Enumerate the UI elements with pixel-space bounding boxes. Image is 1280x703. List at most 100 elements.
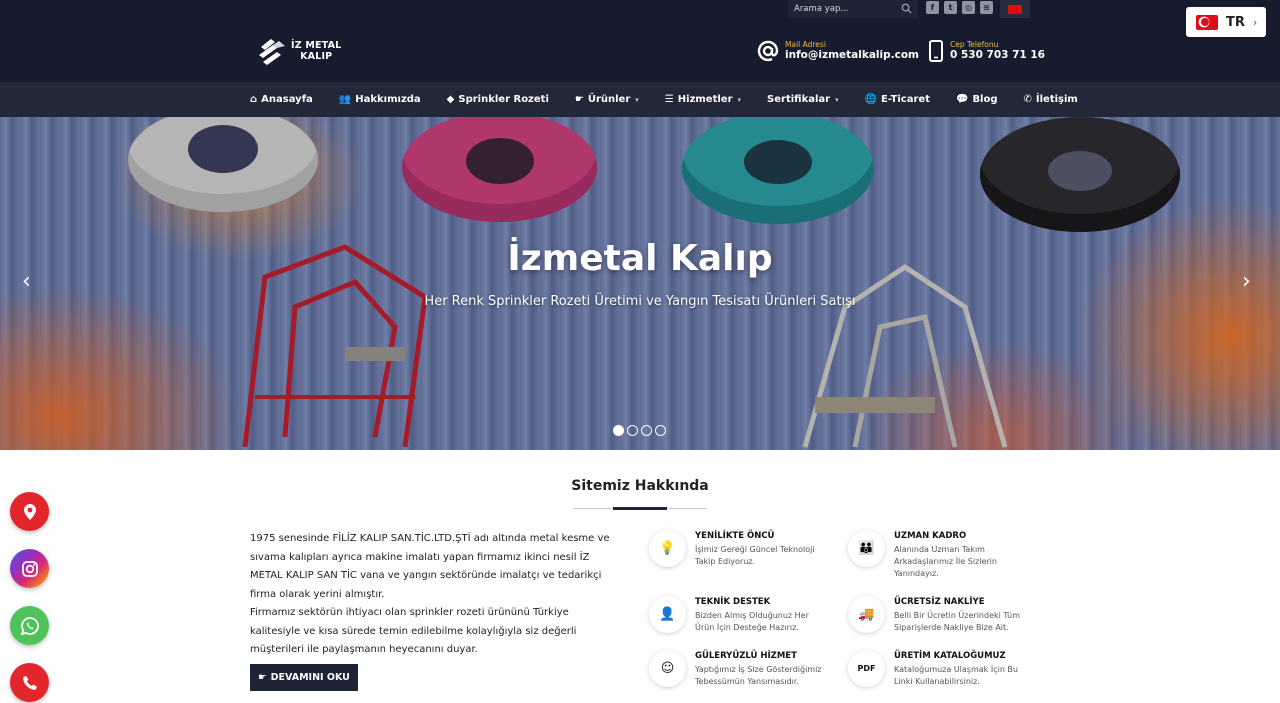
feature-free-shipping: 🚚 ÜCRETSİZ NAKLİYE Belli Bir Ücretin Üzer… bbox=[848, 596, 1024, 634]
map-pin-icon bbox=[23, 503, 36, 520]
mail-label: Mail Adresi bbox=[785, 40, 826, 49]
feature-title: YENİLİKTE ÖNCÜ bbox=[695, 531, 775, 541]
main-nav: ⌂ Anasayfa 👥 Hakkımızda ◆ Sprinkler Rozeti … bbox=[0, 82, 1280, 117]
feature-technical-support: 👤 TEKNİK DESTEK Bizden Almış Olduğunuz He… bbox=[649, 596, 825, 634]
nav-item-hizmetler[interactable]: ☰ Hizmetler ▾ bbox=[665, 94, 741, 105]
nav-label: Ürünler bbox=[587, 94, 631, 105]
nav-label: Blog bbox=[972, 94, 998, 105]
search-box bbox=[788, 0, 918, 18]
hero-overlay bbox=[0, 117, 1280, 450]
feature-desc: İşimiz Gereği Güncel Teknoloji Takip Edi… bbox=[695, 545, 815, 566]
read-more-button[interactable]: ☛ DEVAMINI OKU bbox=[250, 664, 358, 691]
about-paragraph-2: Firmamız sektörün ihtiyacı olan sprinkle… bbox=[250, 607, 577, 655]
about-section-title: Sitemiz Hakkında bbox=[571, 478, 709, 494]
pointer-icon: ☛ bbox=[258, 672, 267, 683]
lightbulb-icon: 💡 bbox=[649, 530, 686, 567]
feature-innovation: 💡 YENİLİKTE ÖNCÜ İşimiz Gereği Güncel Tek… bbox=[649, 530, 825, 568]
site-logo[interactable]: İZ METAL KALIP bbox=[257, 37, 341, 65]
hero-slider: İzmetal Kalıp Her Renk Sprinkler Rozeti … bbox=[0, 117, 1280, 450]
instagram-icon bbox=[21, 560, 38, 577]
support-icon: 👤 bbox=[649, 596, 686, 633]
search-icon[interactable] bbox=[901, 3, 912, 14]
slider-dot[interactable] bbox=[655, 425, 666, 436]
nav-label: Hizmetler bbox=[677, 94, 733, 105]
slider-dot[interactable] bbox=[627, 425, 638, 436]
smile-icon: ☺ bbox=[649, 650, 686, 687]
chevron-down-icon: ▾ bbox=[835, 95, 839, 104]
twitter-icon[interactable]: t bbox=[944, 1, 957, 14]
nav-item-e-ticaret[interactable]: 🌐 E-Ticaret bbox=[865, 94, 930, 105]
instagram-button[interactable] bbox=[10, 549, 49, 588]
nav-label: Hakkımızda bbox=[355, 94, 421, 105]
mail-value[interactable]: info@izmetalkalip.com bbox=[785, 49, 919, 62]
truck-icon: 🚚 bbox=[848, 596, 885, 633]
slider-next-arrow-icon[interactable]: › bbox=[1242, 271, 1251, 293]
feature-desc: Belli Bir Ücretin Üzerindeki Tüm Sipariş… bbox=[894, 611, 1021, 632]
chevron-right-icon: › bbox=[1252, 15, 1258, 29]
map-button[interactable] bbox=[10, 492, 49, 531]
slider-pagination bbox=[613, 425, 666, 436]
rss-icon[interactable]: ≋ bbox=[980, 1, 993, 14]
nav-item-hakkimizda[interactable]: 👥 Hakkımızda bbox=[339, 94, 421, 105]
chevron-down-icon: ▾ bbox=[737, 95, 742, 104]
feature-title: ÜCRETSİZ NAKLİYE bbox=[894, 597, 985, 607]
logo-text: İZ METAL KALIP bbox=[291, 40, 341, 62]
nav-label: Sertifikalar bbox=[767, 94, 831, 105]
slider-dot[interactable] bbox=[613, 425, 624, 436]
facebook-icon[interactable]: f bbox=[926, 1, 939, 14]
hand-icon: ☛ bbox=[574, 94, 584, 105]
site-header: İZ METAL KALIP Mail Adresi info@izmetalk… bbox=[0, 18, 1280, 82]
title-divider bbox=[573, 507, 707, 510]
phone-contact[interactable]: Cep Telefonu 0 530 703 71 16 bbox=[928, 40, 1045, 62]
chevron-down-icon: ▾ bbox=[635, 95, 639, 104]
globe-icon: 🌐 bbox=[864, 94, 878, 105]
nav-label: Sprinkler Rozeti bbox=[458, 94, 549, 105]
nav-item-urunler[interactable]: ☛ Ürünler ▾ bbox=[575, 94, 639, 105]
team-icon: 👪 bbox=[848, 530, 885, 567]
turkey-flag-icon[interactable] bbox=[1000, 0, 1030, 18]
hero-title: İzmetal Kalıp bbox=[507, 238, 773, 279]
feature-expert-team: 👪 UZMAN KADRO Alanında Uzman Takım Arkada… bbox=[848, 530, 1024, 580]
nav-item-blog[interactable]: 💬 Blog bbox=[956, 94, 998, 105]
whatsapp-button[interactable] bbox=[10, 606, 49, 645]
nav-item-sertifikalar[interactable]: Sertifikalar ▾ bbox=[767, 94, 839, 105]
feature-desc: Bizden Almış Olduğunuz Her Ürün İçin Des… bbox=[695, 611, 809, 632]
pdf-icon: PDF bbox=[848, 650, 885, 687]
logo-line-1: İZ METAL bbox=[291, 40, 342, 51]
nav-item-anasayfa[interactable]: ⌂ Anasayfa bbox=[250, 94, 313, 105]
tag-icon: ◆ bbox=[446, 94, 455, 105]
about-text: 1975 senesinde FİLİZ KALIP SAN.TİC.LTD.Ş… bbox=[250, 530, 622, 660]
home-icon: ⌂ bbox=[250, 94, 258, 105]
feature-title: UZMAN KADRO bbox=[894, 531, 967, 541]
mobile-phone-icon bbox=[929, 40, 943, 62]
hero-subtitle: Her Renk Sprinkler Rozeti Üretimi ve Yan… bbox=[424, 294, 856, 309]
feature-desc: Yaptığımız İş Size Gösterdiğimiz Tebessü… bbox=[695, 665, 822, 686]
phone-icon bbox=[22, 675, 37, 690]
nav-item-iletisim[interactable]: ✆ İletişim bbox=[1024, 94, 1078, 105]
language-selector[interactable]: TR › bbox=[1186, 7, 1266, 37]
instagram-icon[interactable]: ◎ bbox=[962, 1, 975, 14]
whatsapp-icon bbox=[20, 616, 39, 635]
nav-item-sprinkler-rozeti[interactable]: ◆ Sprinkler Rozeti bbox=[447, 94, 549, 105]
feature-title: GÜLERYÜZLÜ HİZMET bbox=[695, 651, 797, 661]
about-paragraph-1: 1975 senesinde FİLİZ KALIP SAN.TİC.LTD.Ş… bbox=[250, 533, 610, 600]
phone-value[interactable]: 0 530 703 71 16 bbox=[950, 49, 1045, 62]
list-icon: ☰ bbox=[664, 94, 674, 105]
nav-label: E-Ticaret bbox=[881, 94, 930, 105]
call-button[interactable] bbox=[10, 663, 49, 702]
users-icon: 👥 bbox=[338, 94, 352, 105]
phone-label: Cep Telefonu bbox=[950, 40, 999, 49]
slider-dot[interactable] bbox=[641, 425, 652, 436]
slider-prev-arrow-icon[interactable]: ‹ bbox=[22, 271, 31, 293]
social-links: f t ◎ ≋ bbox=[926, 1, 993, 14]
feature-desc: Alanında Uzman Takım Arkadaşlarımız İle … bbox=[894, 545, 997, 578]
mail-contact[interactable]: Mail Adresi info@izmetalkalip.com bbox=[757, 40, 919, 62]
feature-title: ÜRETİM KATALOĞUMUZ bbox=[894, 651, 1006, 661]
at-icon bbox=[757, 40, 779, 62]
language-code: TR bbox=[1226, 14, 1245, 30]
feature-catalog[interactable]: PDF ÜRETİM KATALOĞUMUZ Kataloğumuza Ulaşm… bbox=[848, 650, 1024, 688]
feature-title: TEKNİK DESTEK bbox=[695, 597, 771, 607]
turkey-flag-icon bbox=[1196, 14, 1218, 30]
search-input[interactable] bbox=[788, 4, 896, 14]
comments-icon: 💬 bbox=[955, 94, 969, 105]
